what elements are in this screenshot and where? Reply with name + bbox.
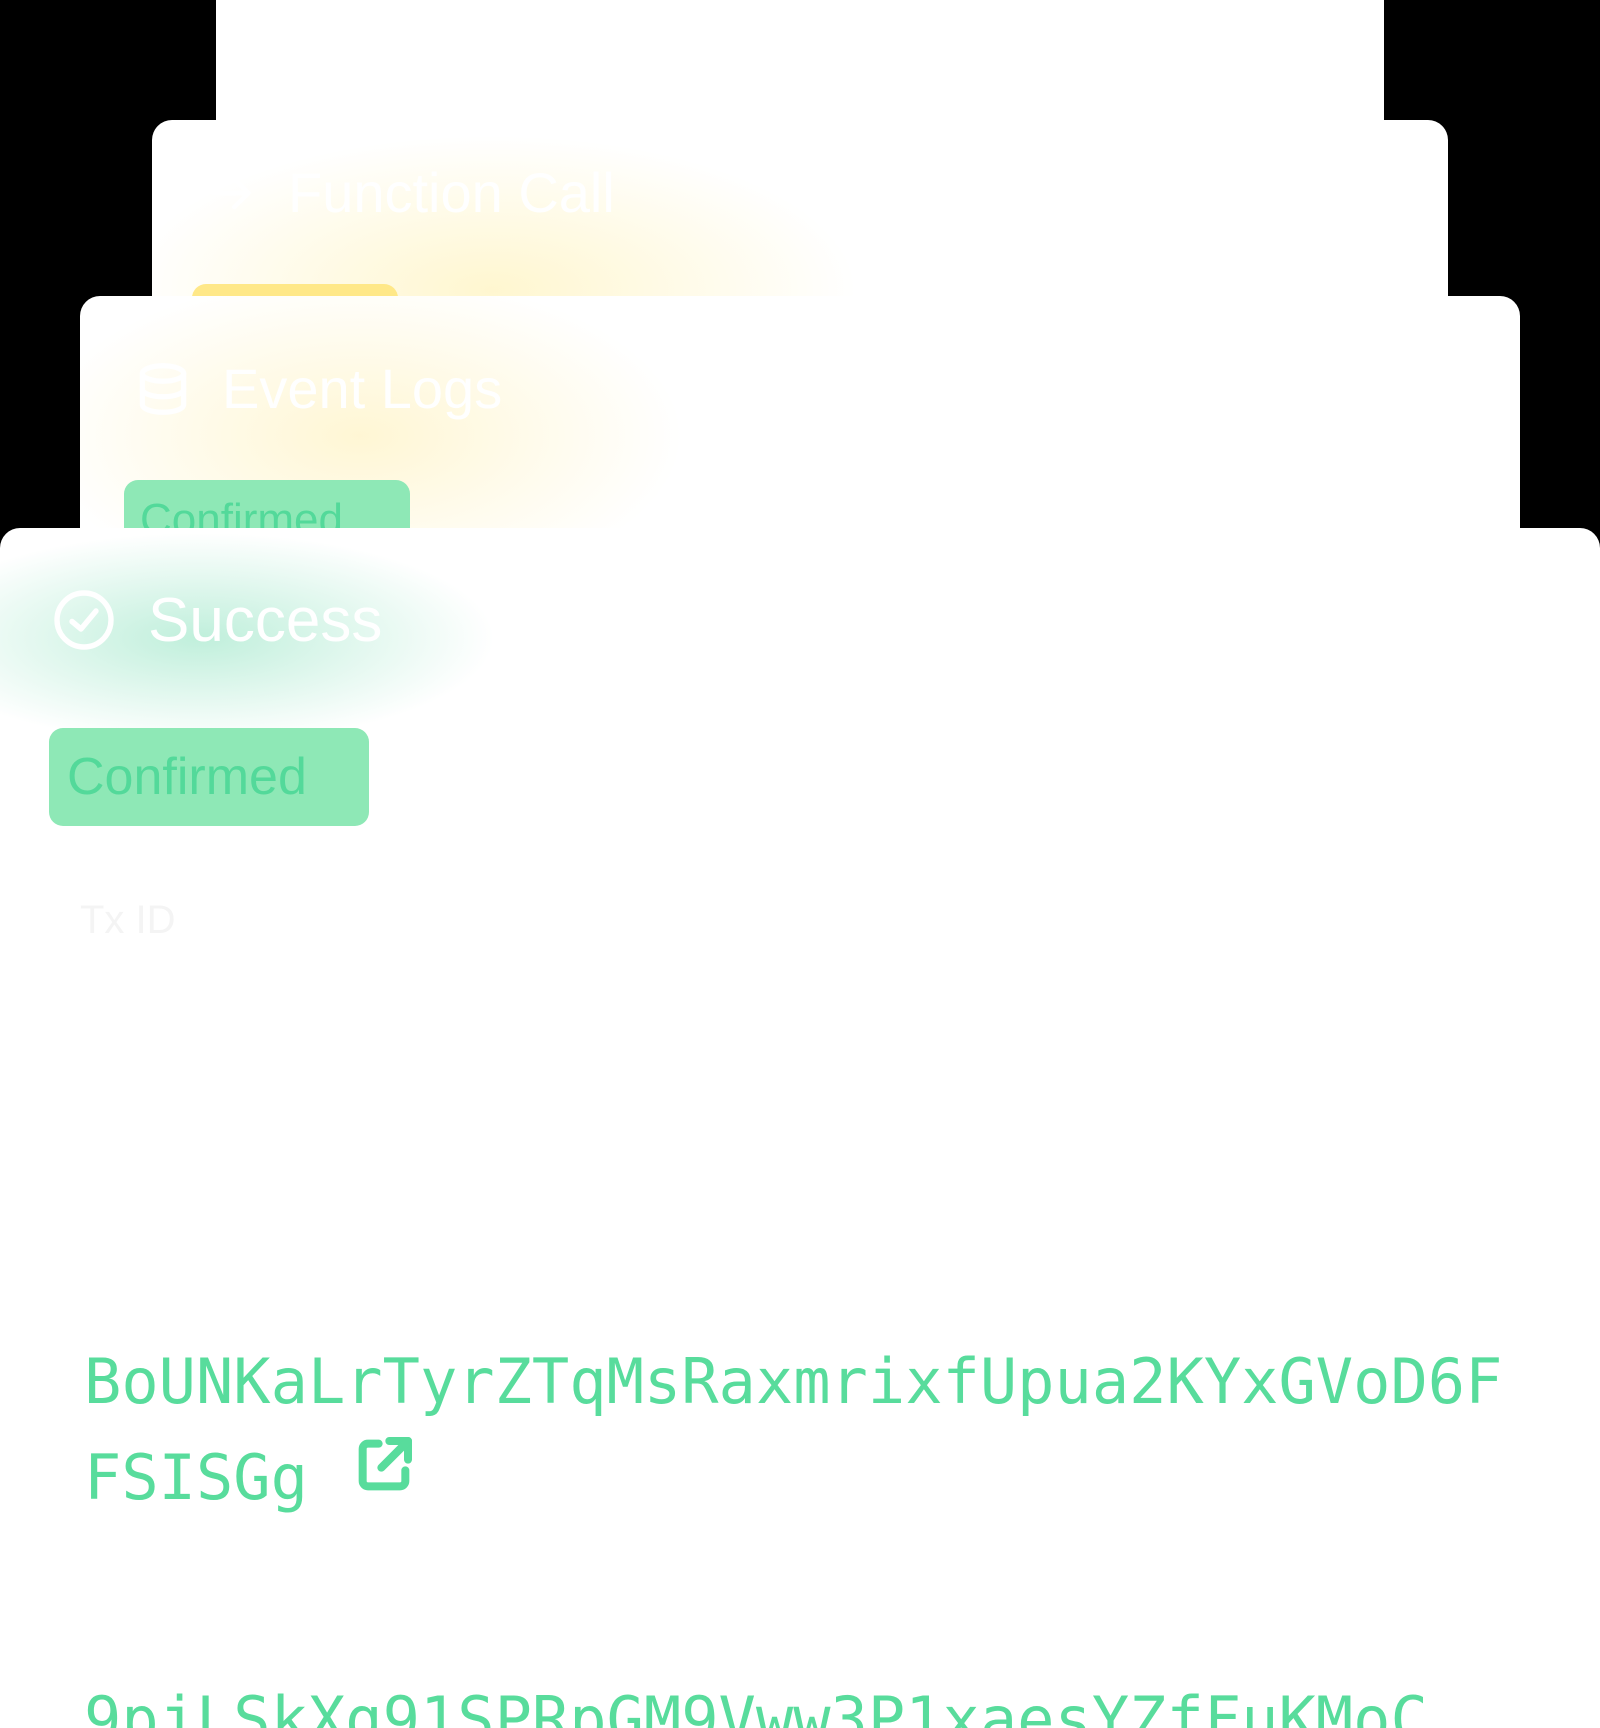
success-status-badge: Confirmed bbox=[49, 728, 369, 826]
success-header: Success bbox=[48, 584, 382, 656]
stage: Function Call Event Logs Confirmed Succe… bbox=[0, 0, 1600, 1728]
function-call-header: Function Call bbox=[204, 160, 615, 225]
success-card[interactable]: Success Confirmed Tx ID bbox=[0, 528, 1600, 1728]
transaction-hash-1-text[interactable]: BoUNKaLrTyrZTqMsRaxmrixfUpua2KYxGVoD6FFS… bbox=[84, 1345, 1502, 1514]
check-circle-icon bbox=[48, 584, 120, 656]
transaction-hash-2-text[interactable]: 9pjLSkXg91SPRpGM9Vww3P1xaesYZfFuKMoC bbox=[84, 1683, 1428, 1728]
layers-icon bbox=[132, 358, 194, 420]
success-title: Success bbox=[148, 585, 383, 655]
function-call-title: Function Call bbox=[288, 161, 615, 224]
tx-id-label: Tx ID bbox=[80, 898, 176, 942]
top-strip bbox=[216, 0, 1384, 130]
event-logs-header: Event Logs bbox=[132, 356, 502, 421]
transaction-hash-1[interactable]: BoUNKaLrTyrZTqMsRaxmrixfUpua2KYxGVoD6FFS… bbox=[84, 1334, 1504, 1530]
arrow-right-icon bbox=[204, 165, 260, 221]
external-link-icon[interactable] bbox=[352, 1428, 416, 1524]
success-status-label: Confirmed bbox=[67, 748, 307, 806]
event-logs-title: Event Logs bbox=[222, 357, 503, 420]
transaction-hash-2[interactable]: 9pjLSkXg91SPRpGM9Vww3P1xaesYZfFuKMoC bbox=[84, 1672, 1504, 1728]
